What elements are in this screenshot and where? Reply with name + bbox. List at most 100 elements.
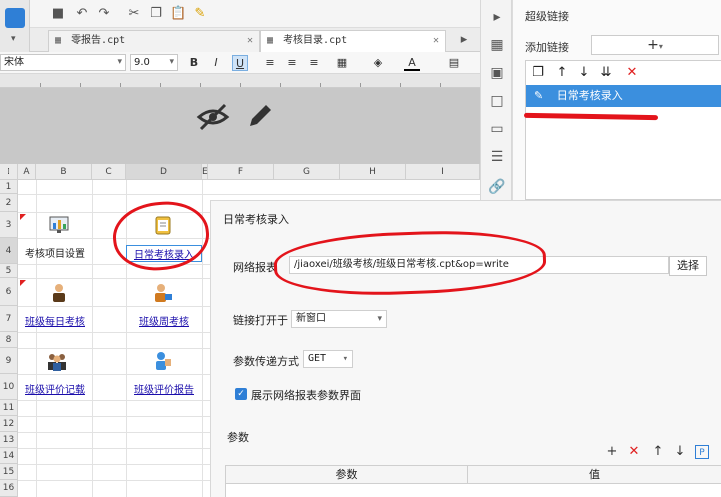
column-header[interactable]: C xyxy=(92,164,126,180)
chevron-down-icon: ▾ xyxy=(377,314,382,324)
undo-icon[interactable]: ↶ xyxy=(74,6,90,22)
panel-title: 超级链接 xyxy=(525,10,569,23)
edit-pencil-icon[interactable] xyxy=(244,102,274,132)
row-header[interactable]: 15 xyxy=(0,464,18,480)
delete-param-icon[interactable]: ✕ xyxy=(627,445,641,459)
cell-b7-link[interactable]: 班级每日考核 xyxy=(18,313,92,328)
underline-button[interactable]: U xyxy=(232,55,248,71)
param-method-value: GET xyxy=(308,353,327,364)
row-header[interactable]: 1 xyxy=(0,180,18,194)
column-header[interactable]: B xyxy=(36,164,92,180)
add-param-icon[interactable]: + xyxy=(605,445,619,459)
chevron-down-icon: ▾ xyxy=(117,57,122,67)
chevron-down-icon: ▾ xyxy=(342,354,348,364)
row-header[interactable]: 12 xyxy=(0,416,18,432)
move-up-icon[interactable]: ↑ xyxy=(554,65,570,81)
cell-d7-link[interactable]: 班级周考核 xyxy=(126,313,202,328)
cell-comment-marker xyxy=(20,280,26,286)
font-color-icon[interactable]: A xyxy=(404,55,420,71)
preview-area xyxy=(0,88,480,164)
row-header[interactable]: 7 xyxy=(0,306,18,332)
paste-icon[interactable]: 📋 xyxy=(170,6,186,22)
choose-button[interactable]: 选择 xyxy=(669,256,707,276)
align-right-icon[interactable]: ≡ xyxy=(306,55,322,71)
person-blue-icon xyxy=(156,352,171,370)
move-down-icon[interactable]: ↓ xyxy=(576,65,592,81)
row-header[interactable]: 13 xyxy=(0,432,18,448)
move-bottom-icon[interactable]: ⇊ xyxy=(598,65,614,81)
row-header[interactable]: 6 xyxy=(0,278,18,306)
column-header[interactable]: G xyxy=(274,164,340,180)
font-size-select[interactable]: 9.0 ▾ xyxy=(130,54,178,71)
link-list-item[interactable]: ✎ 日常考核录入 xyxy=(526,85,721,107)
chart-monitor-icon xyxy=(49,216,69,233)
close-icon[interactable]: ✕ xyxy=(433,31,439,51)
column-header[interactable]: I xyxy=(406,164,480,180)
row-header[interactable]: 4 xyxy=(0,238,18,264)
top-toolbar: ■ ↶ ↷ ✂ ❐ 📋 ✎ xyxy=(30,0,480,28)
bold-button[interactable]: B xyxy=(186,55,202,71)
form-icon[interactable]: ▭ xyxy=(488,120,506,138)
font-family-select[interactable]: 宋体 ▾ xyxy=(0,54,126,71)
row-header[interactable]: 9 xyxy=(0,348,18,374)
row-header[interactable]: 2 xyxy=(0,194,18,212)
cut-icon[interactable]: ✂ xyxy=(126,6,142,22)
column-header[interactable]: D xyxy=(126,164,202,180)
app-logo[interactable]: ▾ xyxy=(0,0,30,52)
column-header[interactable]: F xyxy=(208,164,274,180)
hyperlink-icon[interactable]: 🔗 xyxy=(488,178,506,196)
show-params-label: 展示网络报表参数界面 xyxy=(251,389,361,402)
row-header[interactable]: 3 xyxy=(0,212,18,238)
tab-label: 考核目录.cpt xyxy=(283,35,348,46)
parameter-icon[interactable]: P xyxy=(695,445,709,459)
frame-icon[interactable]: □ xyxy=(488,92,506,110)
tab-menu-icon[interactable]: ▸ xyxy=(456,32,472,48)
delete-icon[interactable]: ✕ xyxy=(624,65,640,81)
cell-b10-link[interactable]: 班级评价记载 xyxy=(18,381,92,396)
tab-report[interactable]: ▦ 零报告.cpt ✕ xyxy=(48,30,260,52)
expand-icon[interactable]: ▸ xyxy=(488,8,506,26)
stack-icon[interactable]: ☰ xyxy=(488,148,506,166)
align-left-icon[interactable]: ≡ xyxy=(262,55,278,71)
chevron-down-icon: ▾ xyxy=(169,57,174,67)
close-icon[interactable]: ✕ xyxy=(247,31,253,51)
tab-catalog[interactable]: ▦ 考核目录.cpt ✕ xyxy=(260,30,446,52)
tab-label: 零报告.cpt xyxy=(71,35,126,46)
value-column-header: 值 xyxy=(468,466,721,484)
cell-d10-link[interactable]: 班级评价报告 xyxy=(126,381,202,396)
widget-icon[interactable]: ▣ xyxy=(488,64,506,82)
move-down-icon[interactable]: ↓ xyxy=(673,445,687,459)
person-laptop-icon xyxy=(155,284,172,302)
cell-properties-icon[interactable]: ▦ xyxy=(488,36,506,54)
param-method-select[interactable]: GET ▾ xyxy=(303,350,353,368)
row-header[interactable]: 14 xyxy=(0,448,18,464)
group-icon xyxy=(48,354,66,371)
add-link-button[interactable]: +▾ xyxy=(591,35,719,55)
row-header[interactable]: 5 xyxy=(0,264,18,278)
open-in-select[interactable]: 新窗口 ▾ xyxy=(291,310,387,328)
report-label: 网络报表 xyxy=(233,261,277,274)
save-icon[interactable]: ■ xyxy=(50,6,66,22)
copy-icon[interactable]: ❐ xyxy=(148,6,164,22)
cell-b4[interactable]: 考核项目设置 xyxy=(18,245,92,260)
ruler xyxy=(0,74,480,88)
redo-icon[interactable]: ↷ xyxy=(96,6,112,22)
hidden-eye-icon[interactable] xyxy=(196,102,230,132)
move-up-icon[interactable]: ↑ xyxy=(651,445,665,459)
show-params-checkbox[interactable]: ✓ xyxy=(235,388,247,400)
italic-button[interactable]: I xyxy=(208,55,224,71)
column-header[interactable]: H xyxy=(340,164,406,180)
row-header[interactable]: 16 xyxy=(0,480,18,497)
fill-color-icon[interactable]: ◈ xyxy=(370,55,386,71)
border-icon[interactable]: ▦ xyxy=(334,55,350,71)
row-header[interactable]: 11 xyxy=(0,400,18,416)
row-header[interactable]: 10 xyxy=(0,374,18,400)
format-painter-icon[interactable]: ✎ xyxy=(192,6,208,22)
param-method-label: 参数传递方式 xyxy=(233,355,299,368)
column-header[interactable]: A xyxy=(18,164,36,180)
row-header[interactable]: 8 xyxy=(0,332,18,348)
align-center-icon[interactable]: ≡ xyxy=(284,55,300,71)
corner-header[interactable]: ⁞ xyxy=(0,164,18,180)
wrap-icon[interactable]: ▤ xyxy=(446,55,462,71)
copy-icon[interactable]: ❐ xyxy=(530,65,546,81)
